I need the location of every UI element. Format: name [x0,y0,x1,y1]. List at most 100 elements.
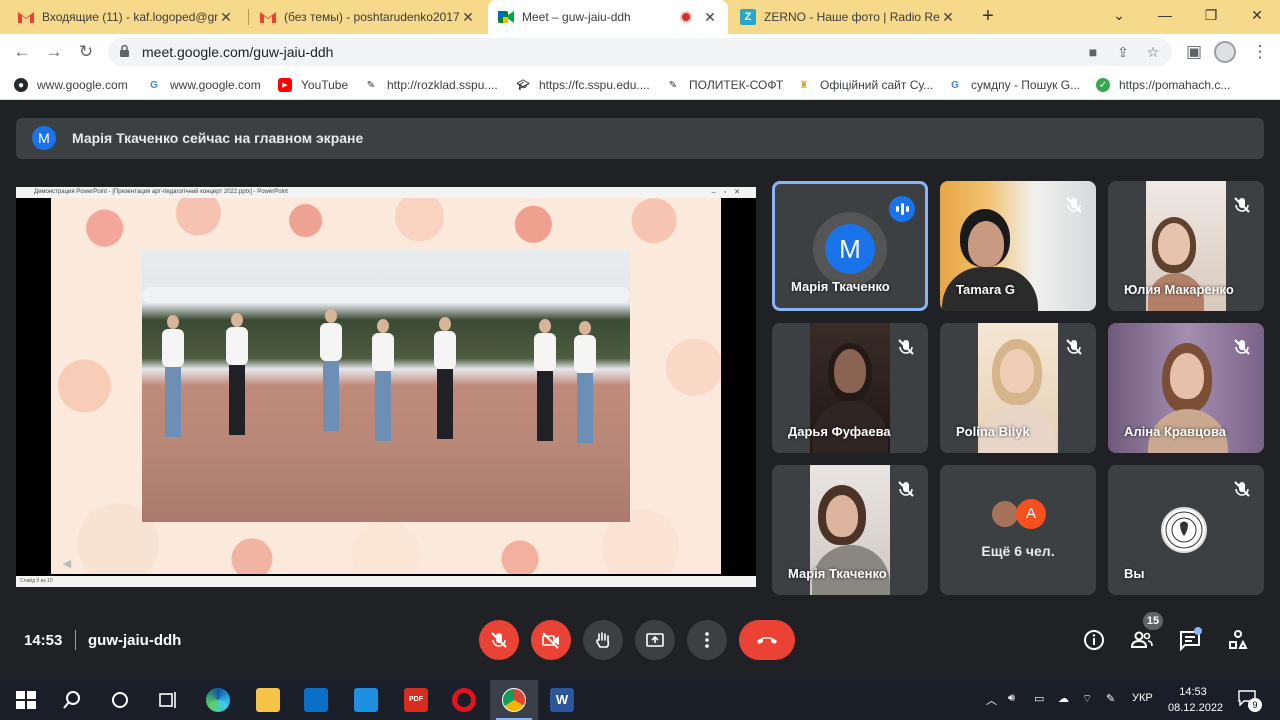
notifications-button[interactable]: 9 [1238,690,1262,712]
raise-hand-button[interactable] [583,620,623,660]
mic-toggle-button[interactable] [479,620,519,660]
participant-tile[interactable]: Юлия Макаренко [1108,181,1264,311]
mic-off-icon [1234,339,1250,355]
cortana-icon[interactable] [108,688,132,712]
camera-toggle-button[interactable] [531,620,571,660]
mic-off-icon [1234,197,1250,213]
participant-name: Марія Ткаченко [788,566,887,581]
github-icon: ● [14,78,28,92]
check-circle-icon: ✓ [1096,78,1110,92]
new-tab-button[interactable]: + [976,4,1000,28]
close-tab-icon[interactable]: ✕ [460,9,476,26]
participant-name: Дарья Фуфаева [788,424,891,439]
pen-icon[interactable]: ✎ [1106,692,1115,705]
presentation-stage[interactable]: Демонстрация PowerPoint - [Презентация а… [16,187,756,587]
mic-off-icon [898,339,914,355]
bookmark-item[interactable]: 🎓︎ https://fc.sspu.edu.... [516,76,650,94]
self-tile[interactable]: Вы [1108,465,1264,595]
leave-call-button[interactable] [739,620,795,660]
bookmark-icon: ♜ [799,79,809,91]
camera-icon[interactable]: ■ [1084,43,1102,61]
opera-icon[interactable] [452,688,476,712]
meet-now-icon[interactable]: ▭ [1034,692,1044,705]
cloud-icon[interactable]: ☁ [1058,692,1069,705]
profile-avatar[interactable] [1214,41,1236,63]
more-options-button[interactable] [687,620,727,660]
close-tab-icon[interactable]: ✕ [940,9,956,26]
chevron-up-icon[interactable]: ︿ [986,692,997,708]
chrome-icon[interactable] [502,688,526,712]
participant-face [834,349,866,393]
snow-hedge [142,287,630,303]
speaking-indicator-icon [889,196,915,222]
share-icon[interactable]: ⇪ [1114,43,1132,61]
participant-tile[interactable]: M Марія Ткаченко [772,181,928,311]
minimize-button[interactable]: — [1142,0,1188,30]
gmail-icon [18,9,34,25]
close-tab-icon[interactable]: ✕ [702,9,718,26]
bookmark-star-icon[interactable]: ☆ [1144,43,1162,61]
present-screen-button[interactable] [635,620,675,660]
mail-icon[interactable] [354,688,378,712]
bookmark-item[interactable]: ✎ http://rozklad.sspu.... [364,76,498,94]
tab-search-icon[interactable]: ⌄ [1096,0,1142,30]
close-tab-icon[interactable]: ✕ [218,9,234,26]
participant-name: Аліна Кравцова [1124,424,1227,439]
windows-start-icon[interactable] [14,688,38,712]
bookmark-item[interactable]: ● www.google.com [14,76,128,94]
file-explorer-icon[interactable] [256,688,280,712]
divider [75,630,76,650]
side-panel-icon[interactable]: ▣ [1182,40,1206,64]
volume-icon[interactable]: 🔊︎ [1008,692,1015,705]
participant-tile[interactable]: Марія Ткаченко [772,465,928,595]
search-icon[interactable] [60,688,84,712]
avatar: M [32,126,56,150]
more-participants-tile[interactable]: A Ещё 6 чел. [940,465,1096,595]
bookmark-item[interactable]: ✓ https://pomahach.c... [1096,76,1230,94]
info-icon[interactable] [1082,628,1106,652]
meeting-code: guw-jaiu-ddh [88,632,182,649]
reload-button[interactable]: ↻ [74,40,98,64]
activities-icon[interactable] [1226,628,1250,652]
task-view-icon[interactable] [156,688,180,712]
word-icon[interactable]: W [550,688,574,712]
chat-unread-dot [1194,627,1202,635]
tab-zerno[interactable]: Z ZERNO - Наше фото | Radio Rela ✕ [730,0,966,34]
bookmark-item[interactable]: ▶ YouTube [278,76,348,94]
bookmark-icon: ✎ [668,79,678,91]
gmail-icon [260,9,276,25]
powerpoint-status-bar: Слайд 9 из 10 [16,576,756,587]
wifi-icon[interactable]: ⌔ [1082,692,1092,706]
people-icon[interactable] [1130,628,1154,652]
system-clock[interactable]: 14:53 08.12.2022 [1168,684,1223,716]
meet-main: M Марія Ткаченко сейчас на главном экран… [0,100,1280,680]
mic-off-icon [1066,197,1082,213]
tab-draft[interactable]: (без темы) - poshtarudenko2017 ✕ [250,0,486,34]
menu-icon[interactable]: ⋮ [1248,40,1272,64]
tab-meet[interactable]: Meet – guw-jaiu-ddh ✕ [488,0,728,34]
forward-button[interactable]: → [42,40,66,64]
bookmark-item[interactable]: ✎ ПОЛИТЕК-СОФТ [666,76,783,94]
window-controls-icon: –▫✕ [711,189,748,196]
meet-icon [498,9,514,25]
browser-tab-strip: Входящие (11) - kaf.logoped@gm ✕ (без те… [0,0,1280,34]
close-window-button[interactable]: ✕ [1234,0,1280,30]
participant-face [968,221,1004,267]
restore-button[interactable]: ❐ [1188,0,1234,30]
participant-tile[interactable]: Tamara G [940,181,1096,311]
edge-icon[interactable] [206,688,230,712]
participant-tile[interactable]: Аліна Кравцова [1108,323,1264,453]
participant-tile[interactable]: Polina Bilyk [940,323,1096,453]
bookmark-item[interactable]: G www.google.com [147,76,261,94]
address-bar[interactable]: meet.google.com/guw-jaiu-ddh ■ ⇪ ☆ [108,38,1172,66]
back-button[interactable]: ← [10,40,34,64]
pdf-icon[interactable]: PDF [404,688,428,712]
youtube-icon: ▶ [278,78,292,92]
bookmark-item[interactable]: G сумдпу - Пошук G... [948,76,1080,94]
participant-tile[interactable]: Дарья Фуфаева [772,323,928,453]
store-icon[interactable] [304,688,328,712]
language-indicator[interactable]: УКР [1132,692,1153,704]
bookmark-item[interactable]: ♜ Офіційний сайт Су... [797,76,934,94]
tab-inbox[interactable]: Входящие (11) - kaf.logoped@gm ✕ [8,0,244,34]
hand-icon [596,632,610,648]
